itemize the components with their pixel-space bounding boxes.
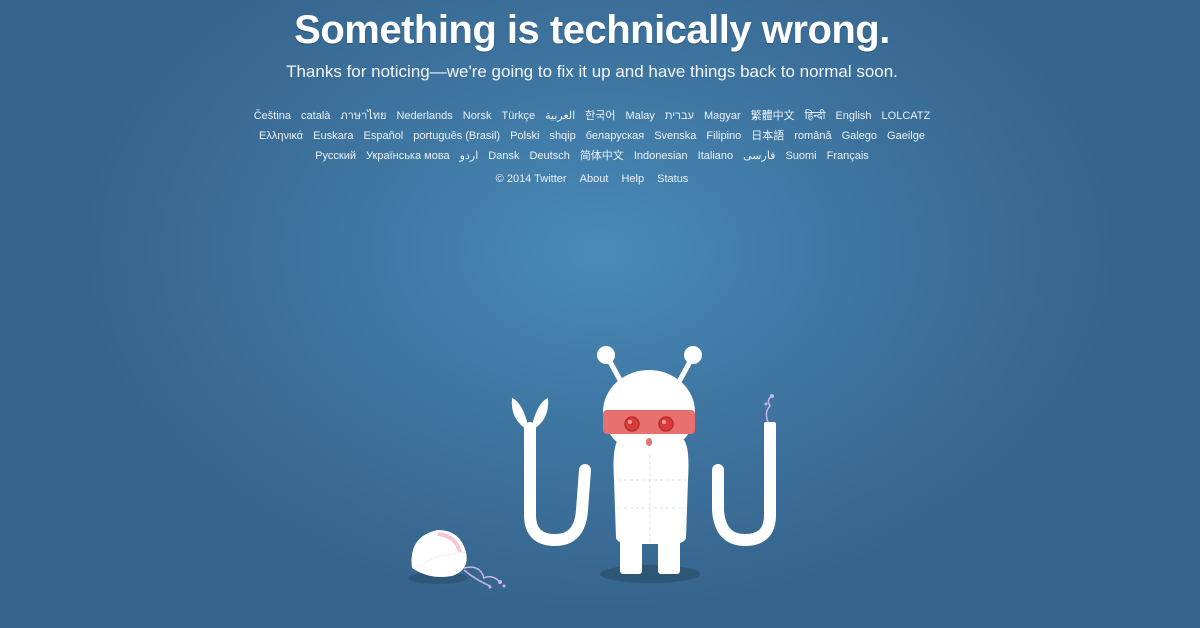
language-link[interactable]: Español (364, 126, 404, 146)
language-link[interactable]: shqip (549, 126, 575, 146)
language-link[interactable]: català (301, 106, 330, 126)
language-link[interactable]: Ελληνικά (259, 126, 303, 146)
language-link[interactable]: 한국어 (585, 106, 615, 126)
language-link[interactable]: Nederlands (396, 106, 452, 126)
language-link[interactable]: 简体中文 (580, 146, 624, 166)
left-eye-icon (624, 416, 640, 432)
language-link[interactable]: Русский (315, 146, 356, 166)
language-link[interactable]: Gaeilge (887, 126, 925, 146)
language-link[interactable]: Magyar (704, 106, 741, 126)
about-link[interactable]: About (580, 173, 609, 185)
help-link[interactable]: Help (621, 173, 644, 185)
right-arm (712, 424, 776, 547)
language-link[interactable]: Italiano (698, 146, 733, 166)
language-link[interactable]: ภาษาไทย (340, 106, 386, 126)
language-link[interactable]: עברית (665, 106, 694, 126)
page-subtitle: Thanks for noticing—we're going to fix i… (286, 62, 898, 81)
language-link[interactable]: Suomi (785, 146, 816, 166)
copyright-text: © 2014 Twitter (495, 173, 567, 185)
error-page: Something is technically wrong. Thanks f… (0, 0, 1200, 628)
language-link[interactable]: Euskara (313, 126, 353, 146)
language-link[interactable]: Türkçe (501, 106, 535, 126)
visor (603, 410, 695, 434)
mouth-icon (646, 438, 652, 446)
language-link[interactable]: Norsk (463, 106, 492, 126)
language-link[interactable]: Čeština (254, 106, 291, 126)
language-link[interactable]: हिन्दी (805, 106, 826, 126)
language-link[interactable]: Indonesian (634, 146, 688, 166)
language-link[interactable]: Filipino (706, 126, 741, 146)
language-link[interactable]: العربية (545, 106, 575, 126)
language-link[interactable]: 繁體中文 (751, 106, 795, 126)
language-link[interactable]: Deutsch (529, 146, 569, 166)
language-list: Čeština català ภาษาไทย Nederlands Norsk Türkç… (240, 106, 944, 166)
right-leg (658, 538, 680, 574)
language-link[interactable]: português (Brasil) (413, 126, 500, 146)
left-leg (620, 538, 642, 574)
footer: © 2014 Twitter About Help Status (0, 173, 1184, 185)
broken-robot-illustration (408, 346, 776, 589)
language-link[interactable]: Polski (510, 126, 539, 146)
status-link[interactable]: Status (657, 173, 688, 185)
language-link[interactable]: 日本語 (751, 126, 784, 146)
language-link[interactable]: română (794, 126, 831, 146)
robot-body (613, 440, 689, 544)
claw-hand-icon (511, 398, 549, 434)
language-link[interactable]: English (835, 106, 871, 126)
language-link[interactable]: فارسی (743, 146, 775, 166)
language-link[interactable]: اردو (460, 146, 479, 166)
right-eye-icon (658, 416, 674, 432)
language-link[interactable]: Svenska (654, 126, 696, 146)
robot-shadow (600, 565, 700, 583)
language-link[interactable]: Français (827, 146, 869, 166)
language-link[interactable]: Galego (842, 126, 877, 146)
language-link[interactable]: Malay (626, 106, 655, 126)
language-link[interactable]: Українська мова (366, 146, 450, 166)
language-link[interactable]: беларуская (586, 126, 644, 146)
language-link[interactable]: LOLCATZ (882, 106, 931, 126)
page-title: Something is technically wrong. (294, 8, 890, 52)
left-arm (524, 424, 591, 547)
language-link[interactable]: Dansk (488, 146, 519, 166)
spark-wire-icon (764, 394, 776, 432)
